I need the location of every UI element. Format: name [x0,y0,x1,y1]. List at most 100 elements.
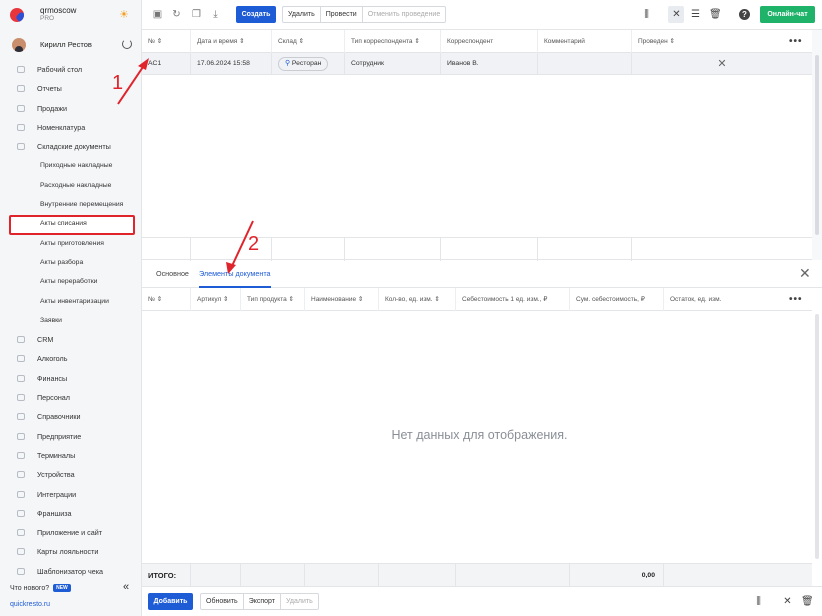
power-icon[interactable] [122,39,132,49]
col-warehouse[interactable]: Склад ⇕ [272,30,345,53]
totals-row: ИТОГО: 0,00 [142,563,812,587]
sidebar-item-2[interactable]: Продажи [0,99,142,118]
sidebar-item-24[interactable]: Приложение и сайт [0,523,142,542]
bottom-tools-icon[interactable]: ✕ [782,596,793,607]
col-total-cost[interactable]: Сум. себестоимость, ₽ [570,288,664,311]
sidebar-item-25[interactable]: Карты лояльности [0,542,142,561]
bottom-sliders-icon[interactable]: ⫼ [753,596,764,607]
sidebar-item-label: Терминалы [37,450,76,460]
elements-scrollbar[interactable] [812,312,822,562]
col-comment[interactable]: Комментарий [538,30,632,53]
col-el-number[interactable]: № ⇕ [142,288,191,311]
sidebar-item-12[interactable]: Акты инвентаризации [0,292,142,311]
nav-icon [17,451,25,459]
sidebar-item-8[interactable]: Акты списания [0,214,142,236]
sidebar-item-18[interactable]: Справочники [0,407,142,426]
export-button[interactable]: Экспорт [244,594,282,609]
whats-new-label: Что нового? [10,584,50,592]
sidebar-item-17[interactable]: Персонал [0,388,142,407]
elements-more-icon[interactable]: ••• [789,294,803,305]
nav-icon [17,336,25,344]
tab-main[interactable]: Основное [156,261,189,288]
sidebar-item-9[interactable]: Акты приготовления [0,234,142,253]
col-correspondent[interactable]: Корреспондент [441,30,538,53]
sidebar-item-15[interactable]: Алкоголь [0,349,142,368]
sidebar-item-14[interactable]: CRM [0,330,142,349]
col-posted[interactable]: Проведен ⇕ [632,30,812,53]
nav-icon [17,471,25,479]
sidebar-item-4[interactable]: Складские документы [0,137,142,156]
site-link[interactable]: quickresto.ru [10,601,50,608]
total-value: 0,00 [570,564,664,587]
bottom-delete-button[interactable]: Удалить [281,594,318,609]
user-row[interactable]: Кирилл Рестов [0,34,142,56]
logo-icon [10,8,24,22]
list-icon[interactable]: ☰ [690,9,701,20]
brand-plan: PRO [40,15,55,22]
whats-new-link[interactable]: Что нового? NEW [10,584,71,592]
sidebar-item-label: Внутренние перемещения [40,201,124,209]
col-unit-cost[interactable]: Себестоимость 1 ед. изм., ₽ [456,288,570,311]
close-icon[interactable]: ✕ [799,265,811,282]
post-button[interactable]: Провести [321,7,363,22]
theme-sun-icon[interactable]: ☀ [119,9,131,21]
sidebar-item-label: Акты списания [40,220,87,228]
sidebar-item-21[interactable]: Устройства [0,465,142,484]
tab-elements[interactable]: Элементы документа [199,261,271,288]
col-article[interactable]: Артикул ⇕ [191,288,241,311]
copy-icon[interactable]: ❐ [191,9,202,20]
sidebar-item-16[interactable]: Финансы [0,369,142,388]
refresh-icon[interactable]: ↻ [171,9,182,20]
delete-button[interactable]: Удалить [283,7,321,22]
elements-grid: № ⇕ Артикул ⇕ Тип продукта ⇕ Наименовани… [142,288,812,587]
grid-scrollbar[interactable] [812,30,822,260]
cell-posted-icon: ✕ [717,58,727,70]
trash-icon[interactable]: 🗑 [709,9,722,20]
warehouse-chip[interactable]: ⚲ Ресторан [278,57,329,71]
unpost-button[interactable]: Отменить проведение [363,7,446,22]
filter-sliders-icon[interactable]: ⫼ [641,9,652,20]
cell-datetime: 17.06.2024 15:58 [191,53,272,75]
sidebar-item-13[interactable]: Заявки [0,311,142,330]
sidebar-item-label: Предприятие [37,431,82,441]
col-corr-type[interactable]: Тип корреспондента ⇕ [345,30,441,53]
sidebar-item-11[interactable]: Акты переработки [0,272,142,291]
sidebar-item-26[interactable]: Шаблонизатор чека [0,562,142,581]
online-chat-button[interactable]: Онлайн-чат [760,6,815,23]
col-datetime[interactable]: Дата и время ⇕ [191,30,272,53]
sidebar-item-label: Отчеты [37,84,62,94]
bottom-trash-icon[interactable]: 🗑 [801,596,814,607]
create-button[interactable]: Создать [236,6,276,23]
sidebar-item-19[interactable]: Предприятие [0,427,142,446]
cell-warehouse: ⚲ Ресторан [272,53,345,75]
nav-icon [17,432,25,440]
sidebar-item-5[interactable]: Приходные накладные [0,156,142,175]
sidebar-item-7[interactable]: Внутренние перемещения [0,195,142,214]
col-qty[interactable]: Кол-во, ед. изм. ⇕ [379,288,456,311]
sidebar-item-label: Карты лояльности [37,547,99,557]
bottom-button-group: Обновить Экспорт Удалить [200,593,319,610]
nav-icon [17,394,25,402]
sidebar-item-10[interactable]: Акты разбора [0,253,142,272]
collapse-sidebar-icon[interactable]: « [123,581,129,593]
sidebar-item-23[interactable]: Франшиза [0,504,142,523]
col-product-type[interactable]: Тип продукта ⇕ [241,288,305,311]
grid-footer [142,237,812,261]
sidebar-item-6[interactable]: Расходные накладные [0,176,142,195]
brand[interactable]: qrmoscow PRO ☀ [0,0,142,30]
help-icon[interactable]: ? [739,9,750,20]
sidebar-item-22[interactable]: Интеграции [0,485,142,504]
sidebar-nav: Рабочий стол Отчеты Продажи Номенклатура Скл… [0,60,142,581]
add-button[interactable]: Добавить [148,593,193,610]
col-number[interactable]: № ⇕ [142,30,191,53]
sidebar-item-label: Заявки [40,316,62,324]
sidebar-item-3[interactable]: Номенклатура [0,118,142,137]
sidebar-item-label: Продажи [37,103,68,113]
download-icon[interactable]: ⤓ [210,9,221,20]
grid-more-icon[interactable]: ••• [789,36,803,47]
refresh-button[interactable]: Обновить [201,594,244,609]
save-icon[interactable]: ▣ [152,9,163,20]
sidebar-item-20[interactable]: Терминалы [0,446,142,465]
table-row[interactable]: AC1 17.06.2024 15:58 ⚲ Ресторан Сотрудни… [142,53,812,75]
col-name[interactable]: Наименование ⇕ [305,288,379,311]
